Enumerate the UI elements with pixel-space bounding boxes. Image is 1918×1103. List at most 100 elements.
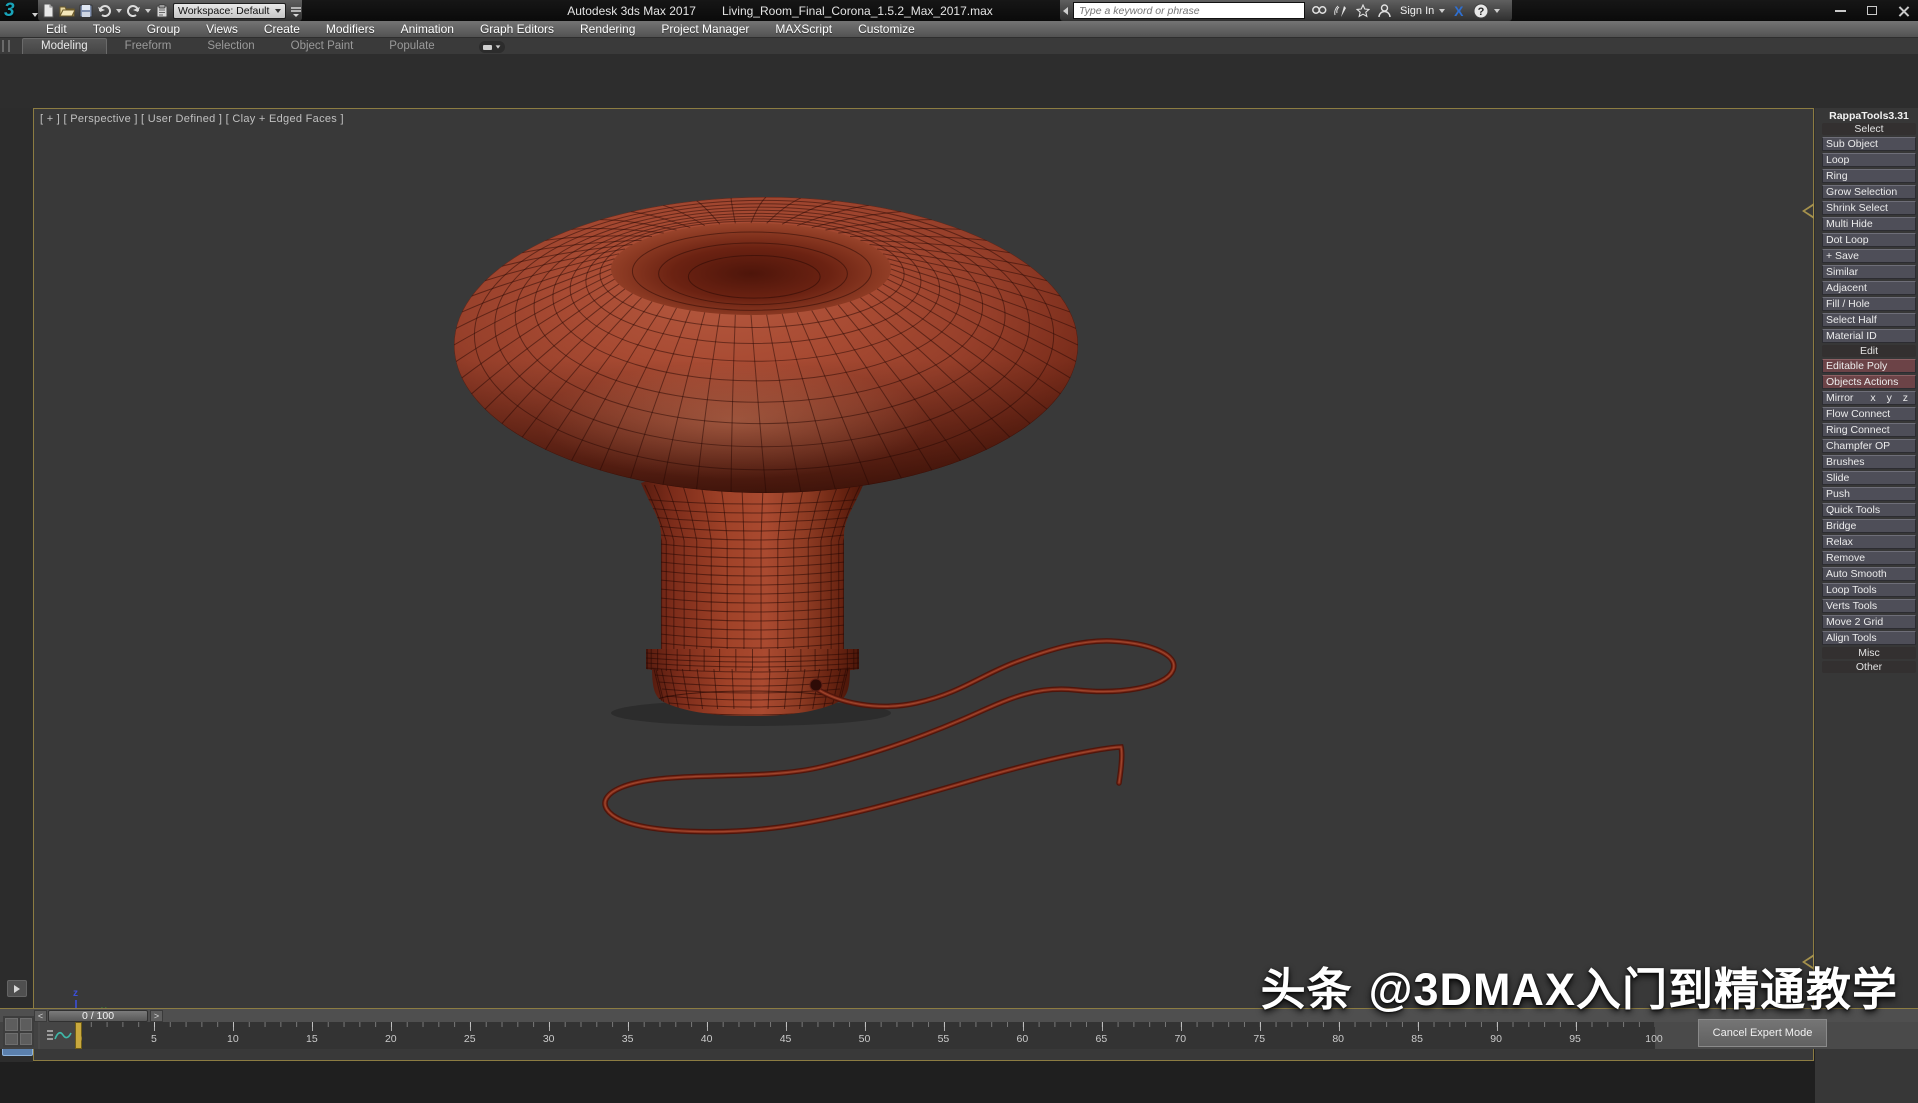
ribbon-tab-populate[interactable]: Populate (371, 39, 452, 54)
sign-in-button[interactable]: Sign In (1400, 5, 1434, 17)
ribbon-tab-object-paint[interactable]: Object Paint (273, 39, 372, 54)
new-scene-button[interactable] (42, 2, 55, 19)
menu-animation[interactable]: Animation (388, 21, 467, 38)
ribbon-grip-handle[interactable] (2, 40, 10, 52)
rt-button-verts-tools[interactable]: Verts Tools (1822, 599, 1916, 613)
viewport-layout-grid-icon[interactable] (3, 1016, 34, 1047)
rt-button-mirror[interactable]: Mirrorx y z (1822, 391, 1916, 405)
panel-dock-arrow-top-icon[interactable] (1802, 203, 1814, 219)
menu-rendering[interactable]: Rendering (567, 21, 648, 38)
next-frame-button[interactable]: > (150, 1010, 163, 1022)
tick-label-85: 85 (1411, 1033, 1423, 1045)
rt-button-sub-object[interactable]: Sub Object (1822, 137, 1916, 151)
project-folder-button[interactable] (155, 2, 169, 19)
menu-maxscript[interactable]: MAXScript (762, 21, 845, 38)
search-input[interactable] (1073, 2, 1305, 19)
undo-caret-icon[interactable] (116, 9, 122, 13)
menu-create[interactable]: Create (251, 21, 313, 38)
ribbon-minimize-button[interactable] (479, 41, 505, 53)
rt-button-align-tools[interactable]: Align Tools (1822, 631, 1916, 645)
rt-button-flow-connect[interactable]: Flow Connect (1822, 407, 1916, 421)
mini-curve-editor-button[interactable] (40, 1022, 75, 1049)
minimize-button[interactable] (1829, 2, 1851, 19)
redo-caret-icon[interactable] (145, 9, 151, 13)
rt-button-dot-loop[interactable]: Dot Loop (1822, 233, 1916, 247)
ribbon-tab-freeform[interactable]: Freeform (107, 39, 190, 54)
ribbon-tab-modeling[interactable]: Modeling (22, 38, 107, 54)
save-button[interactable] (79, 2, 93, 19)
rt-button-adjacent[interactable]: Adjacent (1822, 281, 1916, 295)
rt-button-quick-tools[interactable]: Quick Tools (1822, 503, 1916, 517)
workspace-selector[interactable]: Workspace: Default (173, 3, 286, 19)
rt-button-push[interactable]: Push (1822, 487, 1916, 501)
rt-section-other[interactable]: Other (1822, 661, 1916, 673)
rt-button-multi-hide[interactable]: Multi Hide (1822, 217, 1916, 231)
rt-button-fill-hole[interactable]: Fill / Hole (1822, 297, 1916, 311)
rt-button-save[interactable]: + Save (1822, 249, 1916, 263)
menu-graph-editors[interactable]: Graph Editors (467, 21, 567, 38)
rt-button-loop-tools[interactable]: Loop Tools (1822, 583, 1916, 597)
tick-label-5: 5 (151, 1033, 157, 1045)
rt-button-ring-connect[interactable]: Ring Connect (1822, 423, 1916, 437)
menu-project-manager[interactable]: Project Manager (648, 21, 762, 38)
tick-label-55: 55 (938, 1033, 950, 1045)
previous-frame-button[interactable]: < (34, 1010, 47, 1022)
rt-button-move-2-grid[interactable]: Move 2 Grid (1822, 615, 1916, 629)
search-icon[interactable] (1310, 2, 1327, 19)
time-slider-handle[interactable]: 0 / 100 (48, 1010, 148, 1022)
sign-in-user-icon[interactable] (1376, 2, 1393, 19)
close-button[interactable] (1893, 2, 1915, 19)
cancel-expert-mode-button[interactable]: Cancel Expert Mode (1698, 1019, 1827, 1047)
redo-button[interactable] (126, 2, 141, 19)
rt-button-grow-selection[interactable]: Grow Selection (1822, 185, 1916, 199)
timeline-ruler[interactable]: 0510152025303540455055606570758085909510… (75, 1022, 1655, 1049)
watermark: 头条@3DMAX入门到精通教学 (1261, 953, 1898, 1018)
rt-button-select-half[interactable]: Select Half (1822, 313, 1916, 327)
help-caret-icon[interactable] (1494, 9, 1500, 13)
restore-button[interactable] (1861, 2, 1883, 19)
rt-section-edit[interactable]: Edit (1822, 345, 1916, 357)
info-center-toolbar: Sign In X ? (1060, 0, 1512, 21)
help-icon[interactable]: ? (1472, 2, 1489, 19)
quick-access-toolbar: Workspace: Default (38, 0, 302, 21)
exchange-apps-icon[interactable]: X (1450, 2, 1467, 19)
rt-button-auto-smooth[interactable]: Auto Smooth (1822, 567, 1916, 581)
rappatools-title: RappaTools3.31 (1822, 110, 1916, 122)
favorites-star-icon[interactable] (1354, 2, 1371, 19)
rt-button-ring[interactable]: Ring (1822, 169, 1916, 183)
rt-section-select[interactable]: Select (1822, 123, 1916, 135)
menu-tools[interactable]: Tools (80, 21, 134, 38)
rt-button-brushes[interactable]: Brushes (1822, 455, 1916, 469)
rt-button-material-id[interactable]: Material ID (1822, 329, 1916, 343)
lamp-model[interactable] (34, 109, 1813, 1060)
max-logo-button[interactable]: 3 (4, 0, 36, 21)
ribbon-tab-selection[interactable]: Selection (189, 39, 272, 54)
undo-button[interactable] (97, 2, 112, 19)
communication-center-icon[interactable] (1332, 2, 1349, 19)
rt-button-champfer-op[interactable]: Champfer OP (1822, 439, 1916, 453)
rt-button-remove[interactable]: Remove (1822, 551, 1916, 565)
viewport-label[interactable]: [ + ] [ Perspective ] [ User Defined ] [… (40, 113, 344, 125)
rt-button-objects-actions[interactable]: Objects Actions (1822, 375, 1916, 389)
toolbar-overflow-button[interactable] (290, 2, 302, 19)
menu-modifiers[interactable]: Modifiers (313, 21, 388, 38)
rt-section-misc[interactable]: Misc (1822, 647, 1916, 659)
rt-button-relax[interactable]: Relax (1822, 535, 1916, 549)
tick-label-10: 10 (227, 1033, 239, 1045)
menu-group[interactable]: Group (134, 21, 193, 38)
rt-button-shrink-select[interactable]: Shrink Select (1822, 201, 1916, 215)
menu-customize[interactable]: Customize (845, 21, 928, 38)
layout-flyout-button[interactable] (7, 980, 27, 997)
rt-button-similar[interactable]: Similar (1822, 265, 1916, 279)
rt-button-loop[interactable]: Loop (1822, 153, 1916, 167)
menu-views[interactable]: Views (193, 21, 251, 38)
open-file-button[interactable] (59, 2, 75, 19)
rt-button-slide[interactable]: Slide (1822, 471, 1916, 485)
perspective-viewport[interactable]: [ + ] [ Perspective ] [ User Defined ] [… (33, 108, 1814, 1061)
search-flyout-icon[interactable] (1063, 7, 1068, 15)
rt-button-bridge[interactable]: Bridge (1822, 519, 1916, 533)
sign-in-caret-icon[interactable] (1439, 9, 1445, 13)
rt-button-editable-poly[interactable]: Editable Poly (1822, 359, 1916, 373)
menu-edit[interactable]: Edit (33, 21, 80, 38)
main-area: [ + ] [ Perspective ] [ User Defined ] [… (0, 54, 1918, 1008)
